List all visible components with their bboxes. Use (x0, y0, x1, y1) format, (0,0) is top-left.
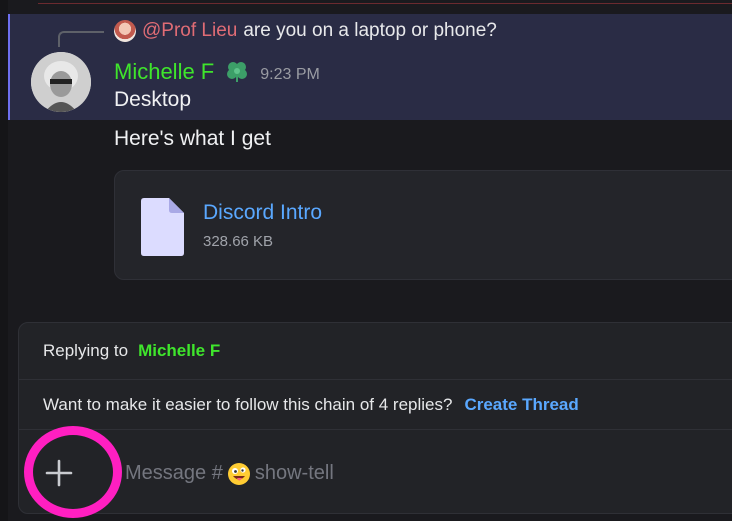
thread-prompt: Want to make it easier to follow this ch… (43, 394, 453, 414)
reply-preview-text[interactable]: are you on a laptop or phone? (243, 20, 497, 42)
channel-name: show-tell (254, 461, 334, 484)
file-size: 328.66 KB (203, 233, 274, 250)
avatar[interactable] (31, 52, 91, 112)
plus-icon[interactable] (45, 459, 73, 487)
message-line: Desktop (114, 88, 192, 111)
reply-spine (58, 31, 104, 47)
clover-icon[interactable] (224, 58, 250, 84)
message-input[interactable]: Message # show-tell (125, 461, 334, 485)
new-messages-divider (38, 3, 732, 4)
author-name[interactable]: Michelle F (114, 59, 214, 85)
reply-reference[interactable]: @Prof Lieu are you on a laptop or phone? (114, 20, 497, 42)
create-thread-link[interactable]: Create Thread (464, 395, 578, 415)
thread-suggestion-bar: Want to make it easier to follow this ch… (19, 380, 732, 430)
placeholder-prefix: Message # (125, 461, 223, 484)
goofy-face-emoji (227, 462, 251, 486)
reply-mention[interactable]: @Prof Lieu (142, 20, 237, 42)
message-composer: Replying to Michelle F Want to make it e… (18, 322, 732, 514)
message-timestamp: 9:23 PM (260, 66, 320, 83)
file-icon (141, 198, 184, 256)
reply-avatar[interactable] (114, 20, 136, 42)
reply-bar: Replying to Michelle F (19, 323, 732, 380)
chat-area: @Prof Lieu are you on a laptop or phone?… (8, 0, 732, 521)
file-attachment: Discord Intro 328.66 KB (114, 170, 732, 280)
message-line: Here's what I get (114, 127, 271, 150)
replying-label: Replying to (43, 341, 129, 360)
message-header: Michelle F 9:23 PM (114, 53, 320, 85)
file-name-link[interactable]: Discord Intro (203, 201, 322, 225)
left-edge (0, 0, 8, 521)
input-row: Message # show-tell (19, 431, 732, 515)
replying-to-name: Michelle F (138, 341, 221, 360)
